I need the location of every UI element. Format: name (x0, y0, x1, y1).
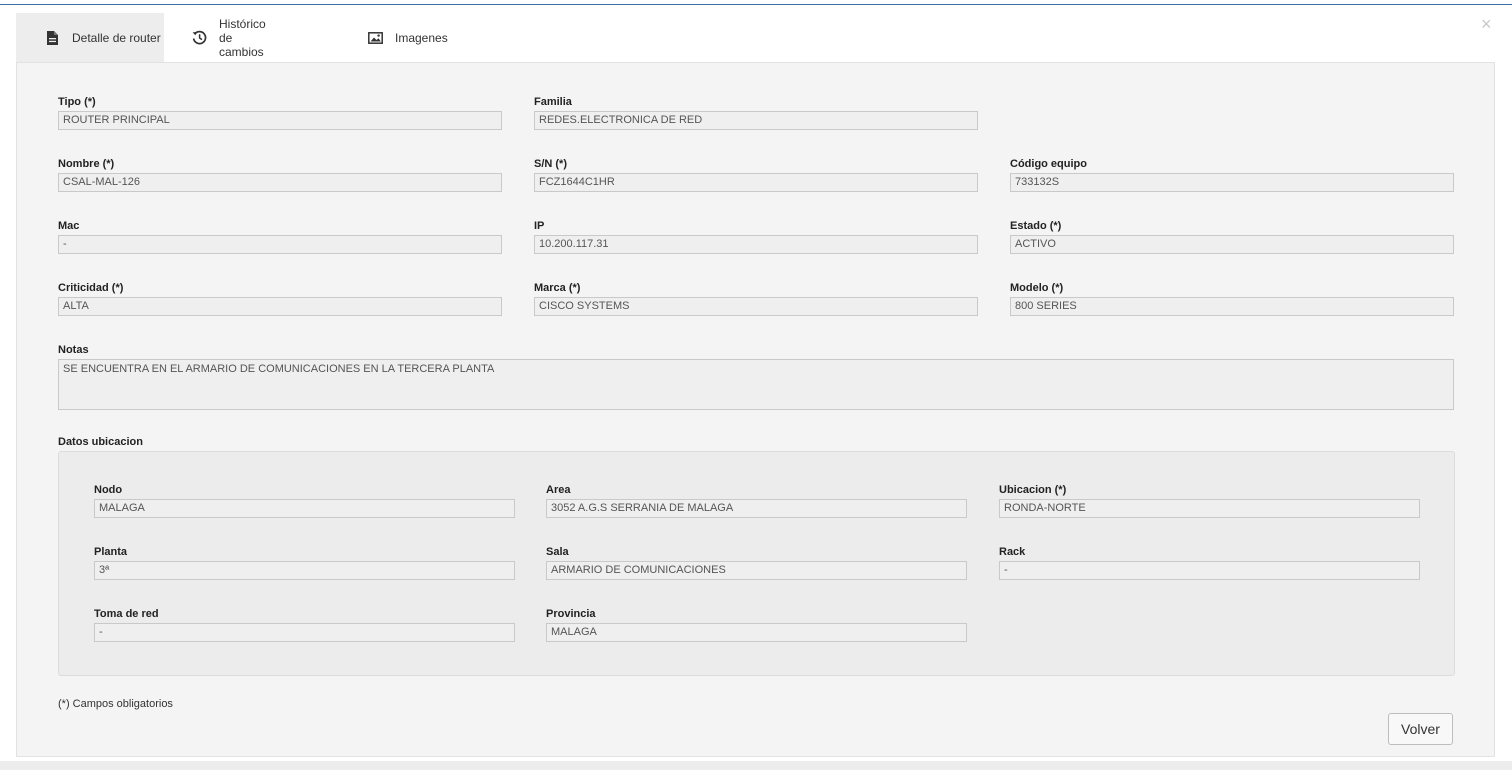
volver-button[interactable]: Volver (1388, 713, 1453, 745)
tipo-input[interactable]: ROUTER PRINCIPAL (58, 111, 502, 130)
criticidad-input[interactable]: ALTA (58, 297, 502, 316)
field-sn: S/N (*) FCZ1644C1HR (534, 157, 978, 192)
ubicacion-input[interactable]: RONDA-NORTE (999, 499, 1420, 518)
field-label: Notas (58, 344, 89, 356)
field-label: Mac (58, 220, 80, 232)
tab-label: Detalle de router (72, 30, 161, 45)
field-label: Sala (546, 546, 569, 558)
field-label: Provincia (546, 608, 596, 620)
familia-input[interactable]: REDES.ELECTRONICA DE RED (534, 111, 978, 130)
field-sala: Sala ARMARIO DE COMUNICACIONES (546, 545, 967, 580)
field-ubicacion: Ubicacion (*) RONDA-NORTE (999, 483, 1420, 518)
close-icon[interactable]: × (1481, 14, 1492, 34)
field-label: Planta (94, 546, 128, 558)
codigo-equipo-input[interactable]: 733132S (1010, 173, 1454, 192)
field-familia: Familia REDES.ELECTRONICA DE RED (534, 95, 978, 130)
field-label: Familia (534, 96, 572, 108)
top-rule (0, 4, 1512, 5)
planta-input[interactable]: 3ª (94, 561, 515, 580)
field-label: S/N (*) (534, 158, 567, 170)
field-codigo-equipo: Código equipo 733132S (1010, 157, 1454, 192)
tab-historico-cambios[interactable]: Histórico de cambios (192, 13, 267, 62)
toma-de-red-input[interactable]: - (94, 623, 515, 642)
field-label: Area (546, 484, 571, 496)
mac-input[interactable]: - (58, 235, 502, 254)
rack-input[interactable]: - (999, 561, 1420, 580)
section-title-ubicacion: Datos ubicacion (58, 436, 143, 448)
required-fields-note: (*) Campos obligatorios (58, 698, 173, 710)
tab-imagenes[interactable]: Imagenes (367, 13, 448, 62)
location-subpanel: Nodo MALAGA Area 3052 A.G.S SERRANIA DE … (58, 451, 1455, 676)
field-notas: Notas SE ENCUENTRA EN EL ARMARIO DE COMU… (58, 343, 1454, 410)
area-input[interactable]: 3052 A.G.S SERRANIA DE MALAGA (546, 499, 967, 518)
field-modelo: Modelo (*) 800 SERIES (1010, 281, 1454, 316)
tab-label: Histórico de cambios (219, 16, 266, 59)
tab-detalle-router[interactable]: Detalle de router (16, 13, 164, 62)
field-planta: Planta 3ª (94, 545, 515, 580)
field-label: Modelo (*) (1010, 282, 1064, 294)
field-label: Tipo (*) (58, 96, 96, 108)
nombre-input[interactable]: CSAL-MAL-126 (58, 173, 502, 192)
field-toma-de-red: Toma de red - (94, 607, 515, 642)
marca-input[interactable]: CISCO SYSTEMS (534, 297, 978, 316)
tab-label: Imagenes (395, 30, 448, 45)
notas-textarea[interactable]: SE ENCUENTRA EN EL ARMARIO DE COMUNICACI… (58, 359, 1454, 410)
field-label: Marca (*) (534, 282, 581, 294)
field-label: IP (534, 220, 545, 232)
nodo-input[interactable]: MALAGA (94, 499, 515, 518)
field-label: Nodo (94, 484, 123, 496)
field-mac: Mac - (58, 219, 502, 254)
field-provincia: Provincia MALAGA (546, 607, 967, 642)
field-label: Nombre (*) (58, 158, 115, 170)
sala-input[interactable]: ARMARIO DE COMUNICACIONES (546, 561, 967, 580)
field-label: Estado (*) (1010, 220, 1062, 232)
history-icon (192, 30, 207, 46)
field-area: Area 3052 A.G.S SERRANIA DE MALAGA (546, 483, 967, 518)
router-detail-panel: Tipo (*) ROUTER PRINCIPAL Familia REDES.… (16, 62, 1495, 757)
field-label: Código equipo (1010, 158, 1087, 170)
field-label: Criticidad (*) (58, 282, 124, 294)
document-icon (44, 30, 60, 46)
estado-input[interactable]: ACTIVO (1010, 235, 1454, 254)
field-label: Ubicacion (*) (999, 484, 1067, 496)
field-nodo: Nodo MALAGA (94, 483, 515, 518)
field-nombre: Nombre (*) CSAL-MAL-126 (58, 157, 502, 192)
field-tipo: Tipo (*) ROUTER PRINCIPAL (58, 95, 502, 130)
field-label: Toma de red (94, 608, 159, 620)
image-icon (367, 30, 383, 46)
field-rack: Rack - (999, 545, 1420, 580)
field-marca: Marca (*) CISCO SYSTEMS (534, 281, 978, 316)
field-criticidad: Criticidad (*) ALTA (58, 281, 502, 316)
bottom-strip (0, 761, 1512, 770)
provincia-input[interactable]: MALAGA (546, 623, 967, 642)
field-estado: Estado (*) ACTIVO (1010, 219, 1454, 254)
field-label: Rack (999, 546, 1026, 558)
modelo-input[interactable]: 800 SERIES (1010, 297, 1454, 316)
field-ip: IP 10.200.117.31 (534, 219, 978, 254)
sn-input[interactable]: FCZ1644C1HR (534, 173, 978, 192)
ip-input[interactable]: 10.200.117.31 (534, 235, 978, 254)
